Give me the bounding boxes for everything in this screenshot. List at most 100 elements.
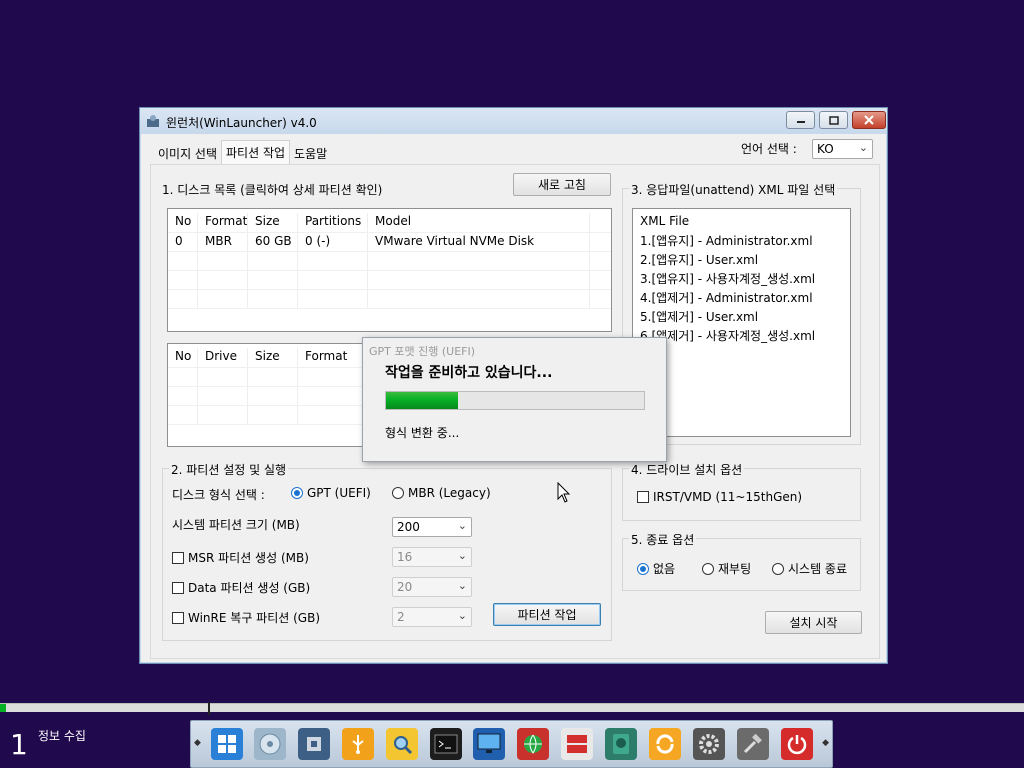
power-icon[interactable]: [781, 728, 813, 760]
terminal-icon[interactable]: [430, 728, 462, 760]
chip-graphic: [307, 737, 321, 751]
tab-partition[interactable]: 파티션 작업: [221, 140, 291, 164]
partition-graphic: [567, 735, 587, 753]
checkbox-box: [637, 491, 649, 503]
mbr-radio[interactable]: MBR (Legacy): [392, 486, 491, 500]
magnifier-graphic: [394, 736, 413, 755]
msr-checkbox[interactable]: MSR 파티션 생성 (MB): [172, 549, 309, 566]
exit-reboot-radio[interactable]: 재부팅: [702, 560, 751, 577]
table-cell: 0 (-): [298, 233, 368, 251]
exit-shutdown-radio[interactable]: 시스템 종료: [772, 560, 847, 577]
maximize-button[interactable]: [819, 111, 848, 129]
dock-scroll-left-icon[interactable]: ◆: [194, 738, 201, 748]
dock-scroll-right-icon[interactable]: ◆: [822, 738, 829, 748]
app-icon: [147, 115, 159, 127]
checkbox-box: [172, 551, 184, 564]
dialog-title: GPT 포맷 진행 (UEFI): [369, 345, 476, 358]
column-header[interactable]: Model: [368, 213, 590, 232]
msr-label: MSR 파티션 생성 (MB): [188, 551, 309, 565]
maximize-icon: [828, 115, 839, 125]
column-header[interactable]: Size: [248, 213, 298, 232]
partition-section-title: 2. 파티션 설정 및 실행: [169, 461, 289, 478]
chevron-down-icon: ⌄: [457, 609, 467, 622]
windows-install-icon[interactable]: [211, 728, 243, 760]
dialog-heading: 작업을 준비하고 있습니다...: [385, 365, 553, 381]
winre-checkbox[interactable]: WinRE 복구 파티션 (GB): [172, 609, 320, 626]
winre-size-select[interactable]: 2 ⌄: [392, 607, 472, 627]
disk-type-label: 디스크 형식 선택 :: [172, 488, 265, 502]
xml-file-name: 2.[앱유지] - User.xml: [640, 253, 759, 267]
disk-list-header: No Format Size Partitions Model: [168, 209, 611, 233]
data-size-select[interactable]: 20 ⌄: [392, 577, 472, 597]
radio-indicator: [392, 487, 404, 499]
sync-icon[interactable]: [649, 728, 681, 760]
mbr-label: MBR (Legacy): [408, 486, 491, 500]
column-header[interactable]: Partitions: [298, 213, 368, 232]
column-header[interactable]: Size: [248, 348, 298, 367]
settings-icon[interactable]: [693, 728, 725, 760]
column-header[interactable]: No: [168, 348, 198, 367]
column-header[interactable]: Format: [198, 213, 248, 232]
hardware-icon[interactable]: [298, 728, 330, 760]
progress-bar: [385, 391, 645, 410]
data-size-value: 20: [397, 580, 413, 594]
close-icon: [864, 115, 874, 125]
usb-icon[interactable]: [342, 728, 374, 760]
run-partition-button[interactable]: 파티션 작업: [493, 603, 601, 626]
column-header[interactable]: XML File: [633, 213, 833, 233]
window-title: 윈런처(WinLauncher) v4.0: [166, 116, 317, 130]
disc-graphic: [259, 733, 281, 755]
chevron-down-icon: ⌄: [457, 519, 467, 532]
xml-file-name: 4.[앱제거] - Administrator.xml: [640, 291, 813, 305]
radio-selected-indicator: [291, 487, 303, 499]
list-item[interactable]: 2.[앱유지] - User.xml: [633, 252, 850, 271]
power-symbol: [787, 735, 807, 755]
minimize-button[interactable]: [786, 111, 815, 129]
windows-logo: [218, 735, 236, 753]
msr-size-select[interactable]: 16 ⌄: [392, 547, 472, 567]
list-item[interactable]: 5.[앱제거] - User.xml: [633, 309, 850, 328]
partition-icon[interactable]: [561, 728, 593, 760]
column-header[interactable]: Drive: [198, 348, 248, 367]
globe-graphic: [524, 734, 542, 754]
boot-progress-strip: [0, 702, 1024, 715]
monitor-icon[interactable]: [473, 728, 505, 760]
exit-options-title: 5. 종료 옵션: [629, 531, 697, 548]
network-icon[interactable]: [517, 728, 549, 760]
disk-list[interactable]: No Format Size Partitions Model 0 MBR 60…: [167, 208, 612, 332]
irst-checkbox[interactable]: IRST/VMD (11~15thGen): [637, 490, 802, 504]
desktop-label: 정보 수집: [38, 729, 86, 743]
tools-icon[interactable]: [737, 728, 769, 760]
column-header[interactable]: No: [168, 213, 198, 232]
drive-graphic: [613, 734, 629, 754]
gpt-radio[interactable]: GPT (UEFI): [291, 486, 371, 500]
install-start-button[interactable]: 설치 시작: [765, 611, 862, 634]
mouse-cursor-icon: [557, 482, 571, 503]
winre-size-value: 2: [397, 610, 405, 624]
list-item[interactable]: 3.[앱유지] - 사용자계정_생성.xml: [633, 271, 850, 290]
tab-image-select[interactable]: 이미지 선택: [154, 142, 221, 164]
close-button[interactable]: [852, 111, 886, 129]
refresh-button[interactable]: 새로 고침: [513, 173, 611, 196]
table-cell: MBR: [198, 233, 248, 251]
list-item[interactable]: 4.[앱제거] - Administrator.xml: [633, 290, 850, 309]
data-checkbox[interactable]: Data 파티션 생성 (GB): [172, 579, 310, 596]
dialog-status: 형식 변환 중...: [385, 426, 460, 440]
search-folder-icon[interactable]: [386, 728, 418, 760]
language-select[interactable]: KO ⌄: [812, 139, 873, 159]
hdd-icon[interactable]: [605, 728, 637, 760]
column-header[interactable]: Format: [298, 348, 368, 367]
system-size-value: 200: [397, 520, 420, 534]
system-size-select[interactable]: 200 ⌄: [392, 517, 472, 537]
minimize-icon: [796, 121, 805, 123]
list-item[interactable]: 1.[앱유지] - Administrator.xml: [633, 233, 850, 252]
exit-none-radio[interactable]: 없음: [637, 560, 675, 577]
disk-image-icon[interactable]: [254, 728, 286, 760]
tab-help[interactable]: 도움말: [290, 142, 331, 164]
title-bar[interactable]: 윈런처(WinLauncher) v4.0: [140, 108, 887, 134]
checkbox-box: [172, 611, 184, 624]
msr-size-value: 16: [397, 550, 413, 564]
table-row[interactable]: 0 MBR 60 GB 0 (-) VMware Virtual NVMe Di…: [168, 233, 611, 252]
progress-fill: [386, 392, 459, 409]
radio-indicator: [772, 562, 784, 575]
